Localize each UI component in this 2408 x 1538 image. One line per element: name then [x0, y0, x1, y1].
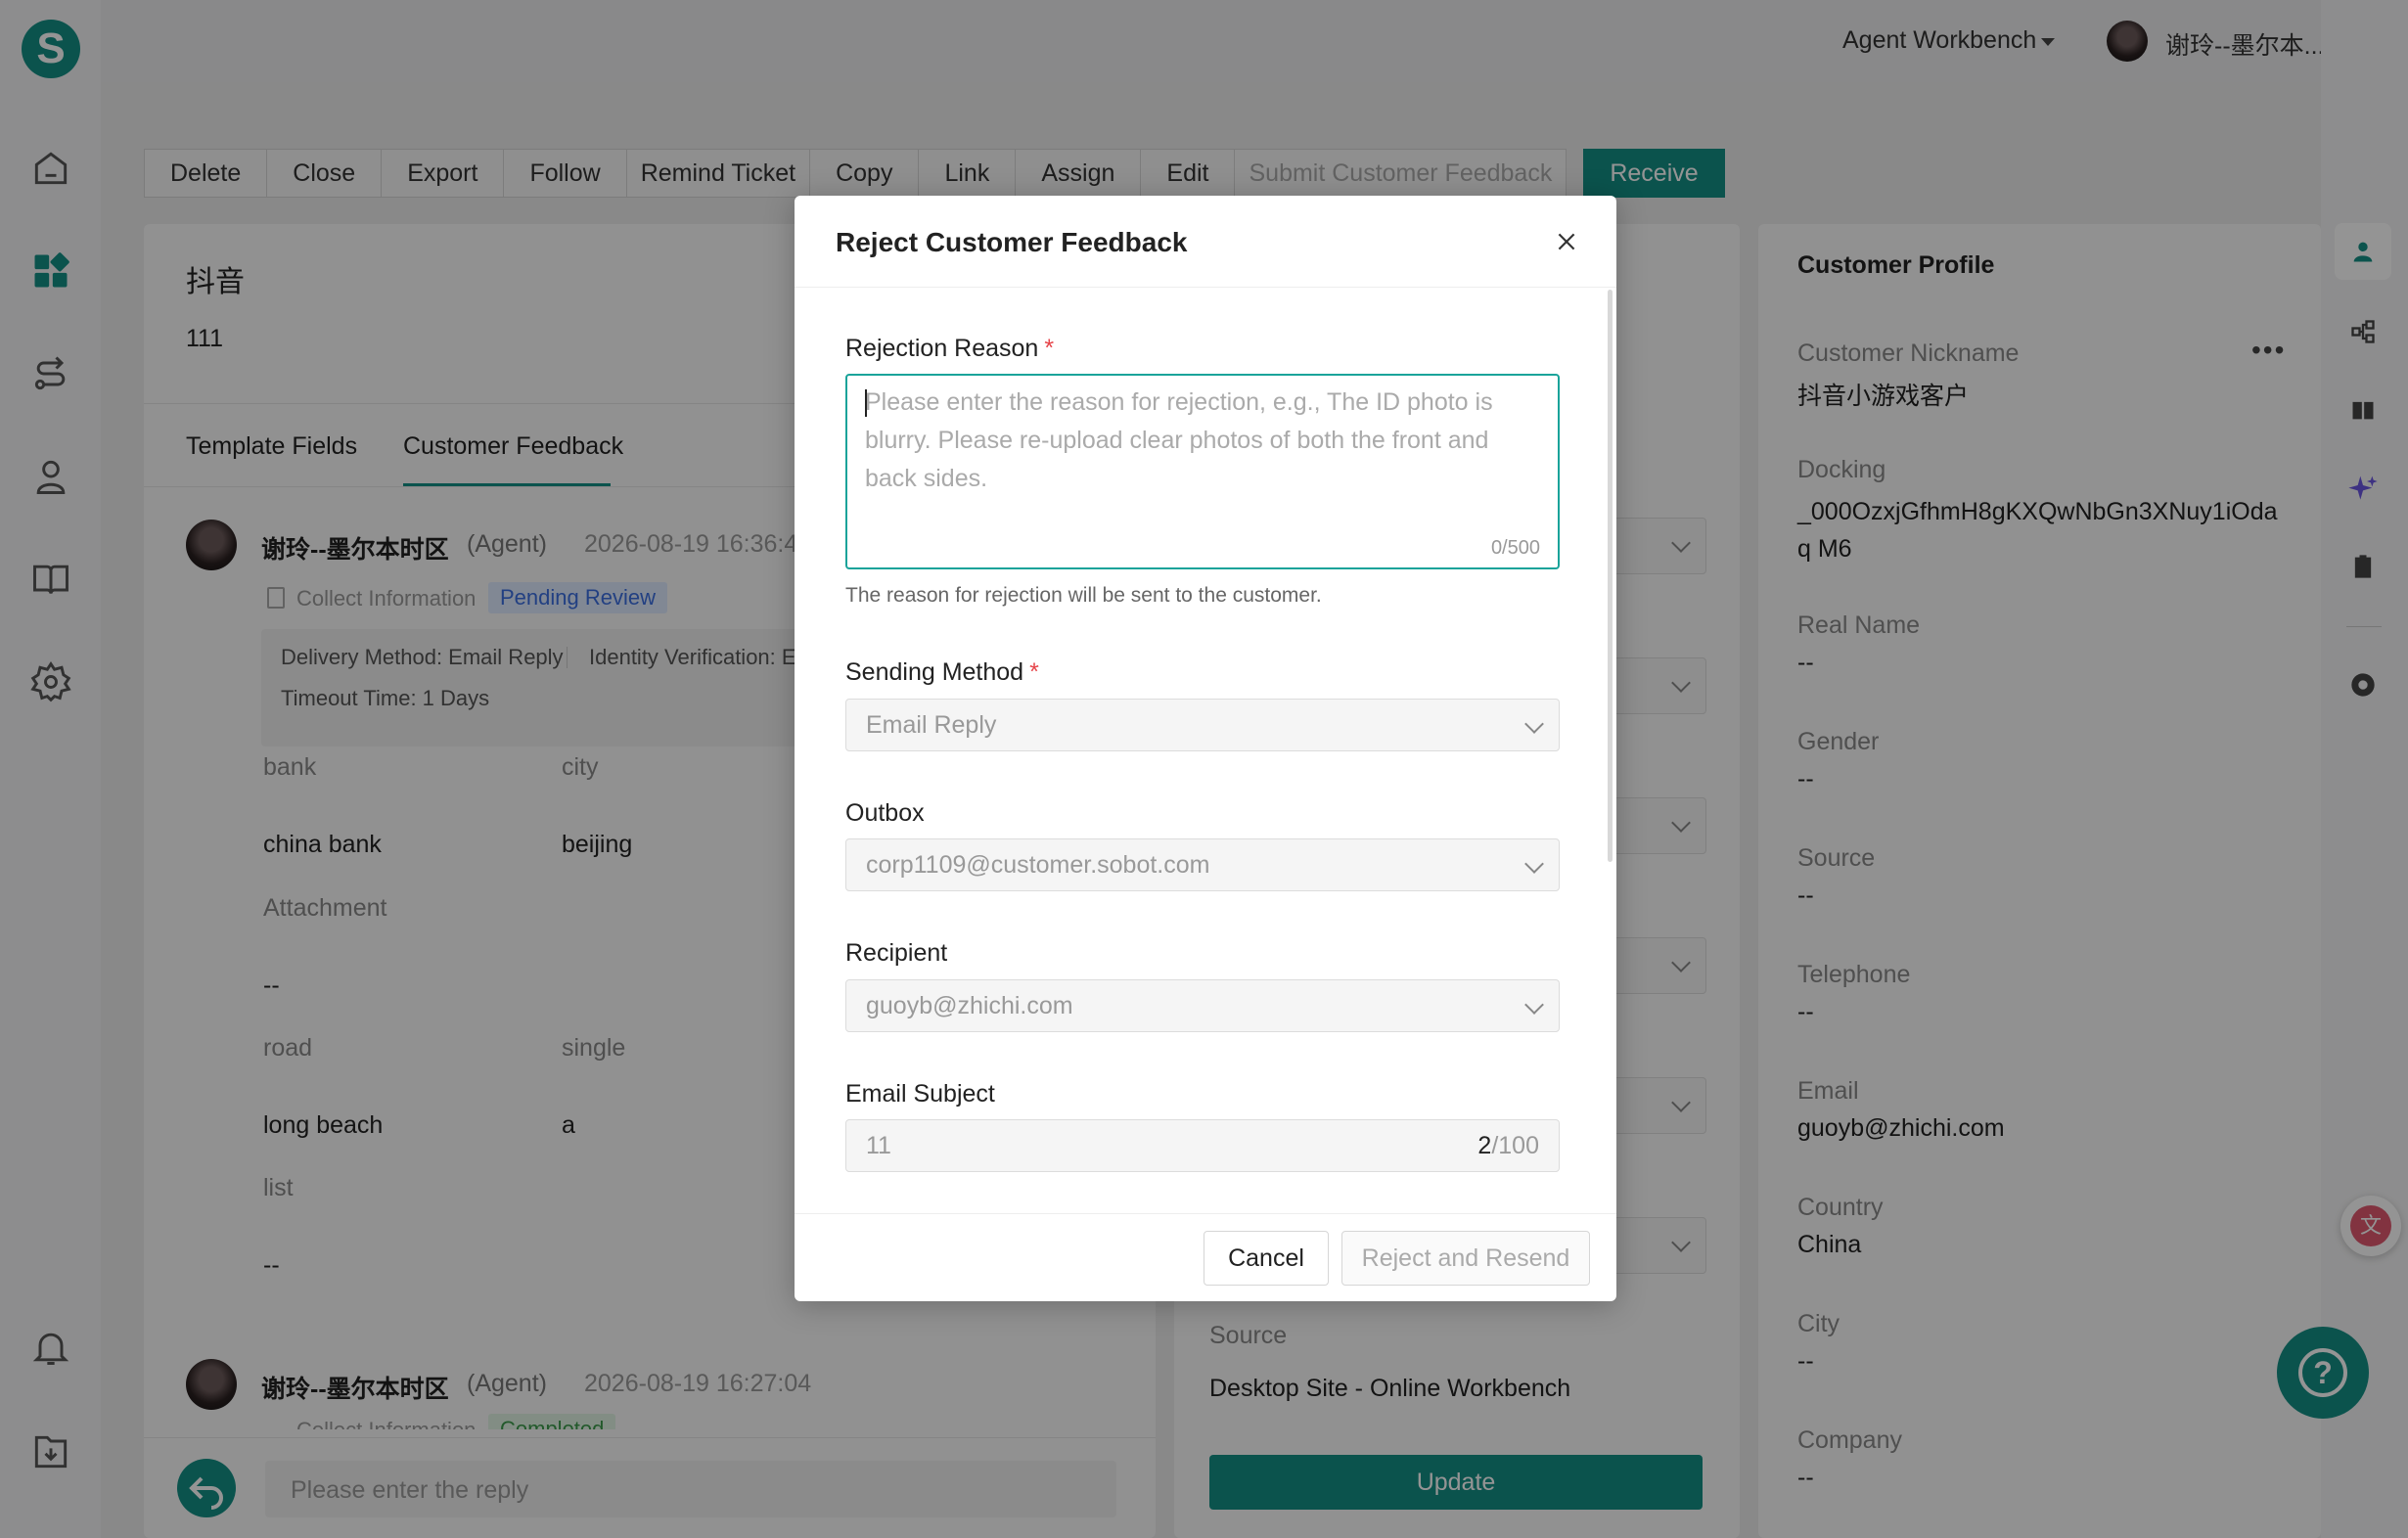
- email-subject-label: Email Subject: [845, 1080, 995, 1108]
- subject-counter: 2/100: [1477, 1132, 1539, 1159]
- sending-method-label: Sending Method *: [845, 658, 1039, 686]
- dialog-scrollbar[interactable]: [1608, 290, 1613, 862]
- recipient-select[interactable]: guoyb@zhichi.com: [845, 979, 1560, 1032]
- outbox-label: Outbox: [845, 799, 925, 827]
- reject-feedback-dialog: Reject Customer Feedback Rejection Reaso…: [795, 196, 1616, 1301]
- rejection-reason-textarea[interactable]: Please enter the reason for rejection, e…: [845, 374, 1560, 569]
- recipient-label: Recipient: [845, 939, 948, 967]
- divider: [795, 1213, 1616, 1214]
- divider: [795, 287, 1616, 288]
- reject-and-resend-button[interactable]: Reject and Resend: [1341, 1231, 1590, 1286]
- close-icon[interactable]: [1554, 229, 1579, 254]
- cancel-button[interactable]: Cancel: [1204, 1231, 1329, 1286]
- rejection-hint: The reason for rejection will be sent to…: [845, 584, 1322, 607]
- dialog-title: Reject Customer Feedback: [836, 227, 1188, 257]
- rejection-reason-placeholder: Please enter the reason for rejection, e…: [865, 388, 1493, 492]
- email-subject-input[interactable]: 11 2/100: [845, 1119, 1560, 1172]
- outbox-select[interactable]: corp1109@customer.sobot.com: [845, 838, 1560, 891]
- char-counter: 0/500: [1490, 537, 1540, 559]
- sending-method-select[interactable]: Email Reply: [845, 699, 1560, 751]
- rejection-reason-label: Rejection Reason *: [845, 335, 1055, 362]
